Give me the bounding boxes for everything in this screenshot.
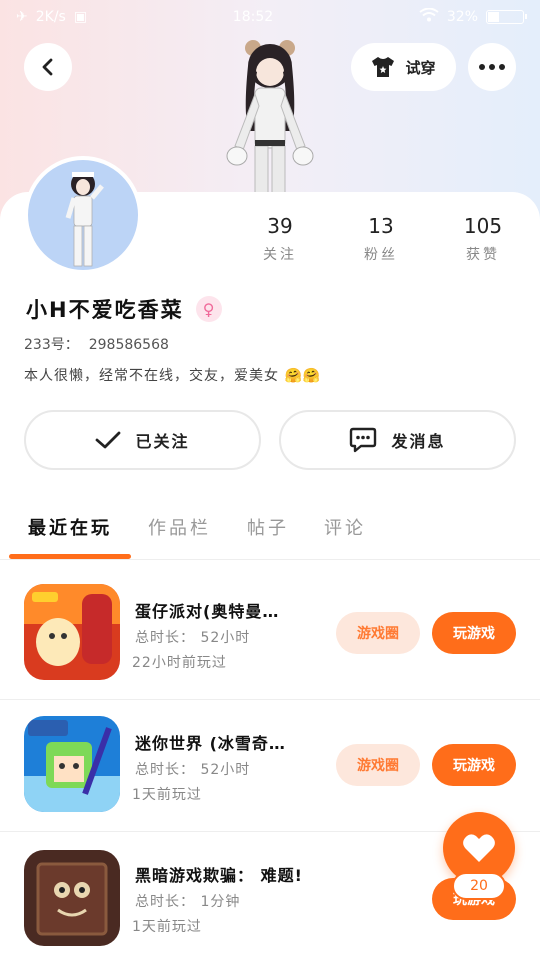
list-item[interactable]: 蛋仔派对(奥特曼… 总时长： 52小时 22小时前玩过 游戏圈 玩游戏 <box>0 568 540 700</box>
game-duration: 总时长： 52小时 <box>135 630 251 646</box>
send-message-button[interactable]: 发消息 <box>279 410 516 470</box>
shirt-icon <box>372 57 395 77</box>
like-count-badge: 20 <box>452 872 506 900</box>
stat-fans[interactable]: 13 粉丝 <box>341 214 421 264</box>
game-title: 蛋仔派对(奥特曼… <box>135 602 280 621</box>
followed-button[interactable]: 已关注 <box>24 410 261 470</box>
bio-text: 本人很懒，经常不在线，交友，爱美女 <box>24 368 279 384</box>
status-time: 18:52 <box>232 9 274 25</box>
following-count: 39 <box>267 214 293 238</box>
game-circle-button[interactable]: 游戏圈 <box>336 612 420 654</box>
play-game-button[interactable]: 玩游戏 <box>432 612 516 654</box>
avatar[interactable] <box>24 156 142 274</box>
list-item[interactable]: 迷你世界 (冰雪奇… 总时长： 52小时 1天前玩过 游戏圈 玩游戏 <box>0 700 540 832</box>
likes-count: 105 <box>463 214 503 238</box>
following-label: 关注 <box>263 247 297 263</box>
active-tab-indicator <box>9 554 131 559</box>
game-title: 黑暗游戏欺骗： 难题! <box>135 866 303 885</box>
character-figure <box>226 40 314 196</box>
play-game-button[interactable]: 玩游戏 <box>432 744 516 786</box>
tab-comments[interactable]: 评论 <box>324 514 366 540</box>
user-id-label: 233号： <box>24 337 79 353</box>
game-title: 迷你世界 (冰雪奇… <box>135 734 286 753</box>
likes-label: 获赞 <box>466 247 500 263</box>
game-duration: 总时长： 1分钟 <box>135 894 241 910</box>
airplane-icon: ✈ <box>16 9 28 25</box>
username: 小H不爱吃香菜 <box>26 298 184 322</box>
game-circle-button[interactable]: 游戏圈 <box>336 744 420 786</box>
username-row: 小H不爱吃香菜 ♀ <box>26 294 222 324</box>
heart-icon <box>463 834 495 862</box>
status-bar: ✈ 2K/s ▣ 18:52 32% <box>0 0 540 34</box>
game-last-played: 1天前玩过 <box>132 919 202 935</box>
stat-likes[interactable]: 105 获赞 <box>443 214 523 264</box>
game-icon-mini-world[interactable] <box>24 716 120 812</box>
tab-recently-played[interactable]: 最近在玩 <box>28 514 112 540</box>
followed-label: 已关注 <box>135 432 190 451</box>
profile-tabs: 最近在玩 作品栏 帖子 评论 <box>0 500 540 560</box>
check-icon <box>96 431 121 449</box>
game-last-played: 1天前玩过 <box>132 787 202 803</box>
game-last-played: 22小时前玩过 <box>132 655 227 671</box>
game-icon-eggy-party[interactable] <box>24 584 120 680</box>
bio: 本人很懒，经常不在线，交友，爱美女 🤗🤗 <box>24 365 321 385</box>
network-speed: 2K/s <box>35 9 66 25</box>
game-duration: 总时长： 52小时 <box>135 762 251 778</box>
try-on-button[interactable]: 试穿 <box>351 43 456 91</box>
screenshot-icon: ▣ <box>73 9 88 25</box>
stat-following[interactable]: 39 关注 <box>240 214 320 264</box>
game-icon-dark-deception[interactable] <box>24 850 120 946</box>
user-id-value: 298586568 <box>88 337 169 353</box>
wifi-icon <box>419 7 439 26</box>
tab-posts[interactable]: 帖子 <box>247 514 289 540</box>
tab-works[interactable]: 作品栏 <box>148 514 211 540</box>
female-icon: ♀ <box>195 296 222 322</box>
fans-count: 13 <box>368 214 394 238</box>
emoji-icon: 🤗🤗 <box>284 368 322 384</box>
more-options-button[interactable] <box>468 43 516 91</box>
try-on-label: 试穿 <box>405 58 436 77</box>
chat-bubble-icon <box>350 427 377 453</box>
battery-percent: 32% <box>446 9 478 25</box>
back-button[interactable] <box>24 43 72 91</box>
battery-icon <box>486 10 527 24</box>
fans-label: 粉丝 <box>364 247 398 263</box>
user-id: 233号： 298586568 <box>24 334 169 354</box>
send-message-label: 发消息 <box>391 432 446 451</box>
chevron-left-icon <box>42 58 53 76</box>
more-dots-icon <box>479 64 505 70</box>
